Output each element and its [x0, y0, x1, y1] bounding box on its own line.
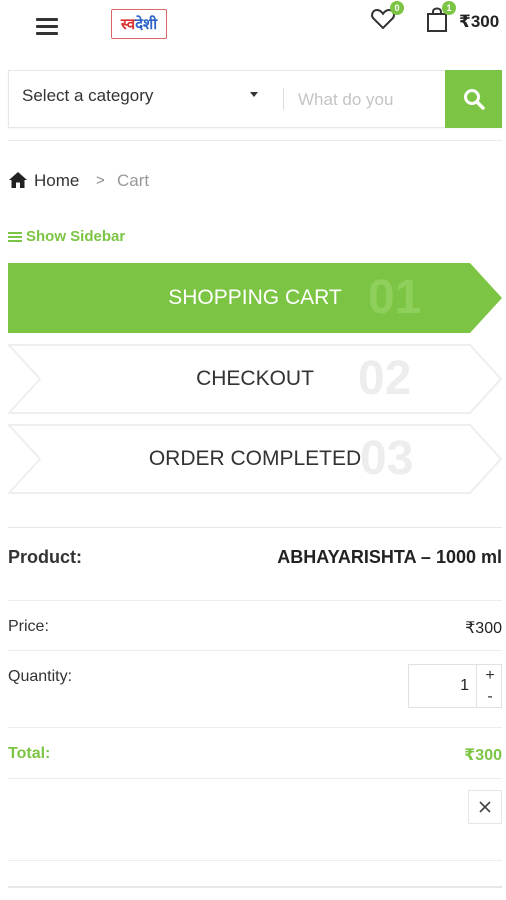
- price-value: ₹300: [465, 620, 502, 637]
- wishlist-count-badge: 0: [390, 1, 404, 15]
- divider: [8, 650, 502, 651]
- step-label: ORDER COMPLETED: [148, 447, 362, 470]
- list-icon: [8, 230, 22, 244]
- divider: [8, 886, 502, 888]
- header-cart-total[interactable]: ₹300: [459, 12, 499, 32]
- menu-icon[interactable]: [36, 14, 60, 38]
- quantity-increase-button[interactable]: +: [477, 665, 503, 686]
- step-shopping-cart[interactable]: 01 SHOPPING CART: [8, 263, 502, 333]
- search-icon: [464, 89, 485, 110]
- divider: [8, 778, 502, 779]
- show-sidebar-button[interactable]: Show Sidebar: [8, 228, 125, 245]
- divider: [8, 140, 502, 141]
- step-checkout[interactable]: 02 CHECKOUT: [8, 344, 502, 414]
- remove-item-button[interactable]: [468, 790, 502, 824]
- divider: [8, 860, 502, 861]
- logo-text-a: स्व: [120, 15, 136, 33]
- product-label: Product:: [8, 547, 82, 567]
- quantity-label: Quantity:: [8, 668, 73, 685]
- logo-text-b: देशी: [135, 15, 158, 33]
- chevron-down-icon: [250, 92, 258, 97]
- step-label: CHECKOUT: [196, 367, 314, 390]
- divider: [8, 727, 502, 728]
- divider: [8, 600, 502, 601]
- step-order-completed[interactable]: 03 ORDER COMPLETED: [8, 424, 502, 494]
- price-label: Price:: [8, 618, 49, 635]
- breadcrumb-home[interactable]: Home: [34, 171, 79, 191]
- site-logo[interactable]: स्वदेशी: [111, 9, 167, 39]
- close-icon: [479, 801, 491, 813]
- breadcrumb-separator: >: [96, 172, 105, 189]
- search-button[interactable]: [445, 70, 502, 128]
- wishlist-button[interactable]: 0: [370, 1, 404, 33]
- quantity-decrease-button[interactable]: -: [477, 686, 503, 707]
- category-select[interactable]: Select a category: [22, 86, 153, 106]
- total-value: ₹300: [464, 747, 502, 764]
- total-label: Total:: [8, 745, 51, 762]
- divider: [8, 527, 502, 528]
- quantity-stepper: + -: [408, 664, 502, 708]
- search-input[interactable]: [296, 78, 445, 122]
- quantity-input[interactable]: [409, 665, 469, 707]
- breadcrumb-current: Cart: [117, 171, 150, 190]
- search-divider: [283, 88, 284, 110]
- product-name[interactable]: ABHAYARISHTA – 1000 ml: [277, 547, 502, 568]
- cart-button[interactable]: 1: [426, 1, 456, 33]
- step-label: SHOPPING CART: [168, 286, 342, 309]
- show-sidebar-label: Show Sidebar: [26, 228, 126, 245]
- home-icon[interactable]: [8, 171, 28, 189]
- cart-count-badge: 1: [442, 1, 456, 15]
